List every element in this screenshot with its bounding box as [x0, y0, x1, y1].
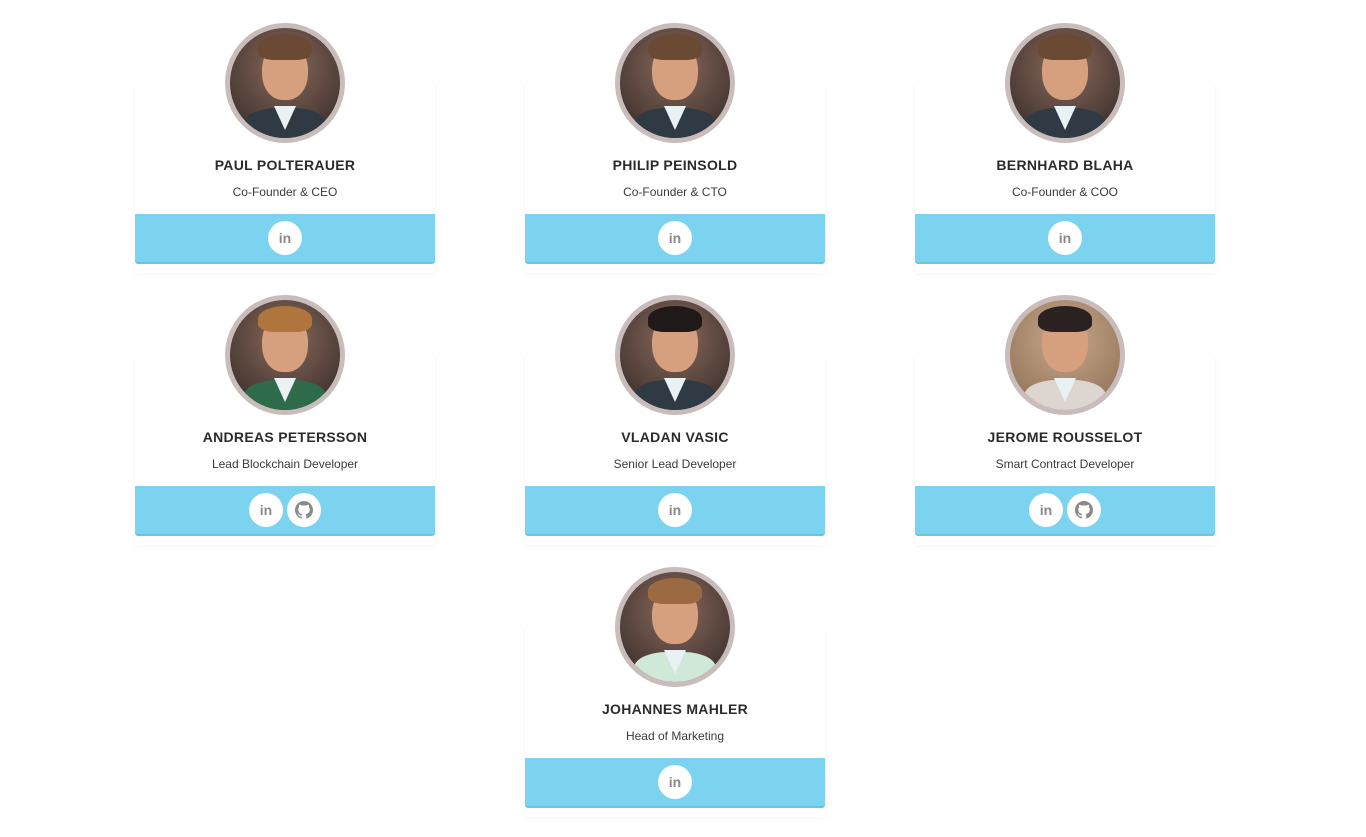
member-role: Lead Blockchain Developer — [211, 457, 359, 471]
github-icon — [295, 501, 313, 519]
team-card: JEROME ROUSSELOT Smart Contract Develope… — [915, 295, 1215, 545]
team-card: ANDREAS PETERSSON Lead Blockchain Develo… — [135, 295, 435, 545]
team-card: PAUL POLTERAUER Co-Founder & CEO in — [135, 23, 435, 273]
linkedin-icon: in — [1039, 502, 1053, 518]
avatar — [615, 567, 735, 687]
linkedin-button[interactable]: in — [658, 221, 692, 255]
social-bar: in — [525, 486, 825, 536]
avatar — [225, 295, 345, 415]
linkedin-button[interactable]: in — [249, 493, 283, 527]
team-card: JOHANNES MAHLER Head of Marketing in — [525, 567, 825, 817]
member-name: JOHANNES MAHLER — [601, 701, 749, 717]
member-role: Senior Lead Developer — [613, 457, 737, 471]
member-name: BERNHARD BLAHA — [996, 157, 1134, 173]
linkedin-button[interactable]: in — [1029, 493, 1063, 527]
linkedin-icon: in — [259, 502, 273, 518]
linkedin-icon: in — [668, 502, 682, 518]
member-name: PHILIP PEINSOLD — [612, 157, 738, 173]
linkedin-icon: in — [668, 774, 682, 790]
member-role: Head of Marketing — [625, 729, 725, 743]
linkedin-icon: in — [278, 230, 292, 246]
social-bar: in — [525, 214, 825, 264]
social-bar: in — [135, 214, 435, 264]
member-name: JEROME ROUSSELOT — [987, 429, 1143, 445]
member-role: Smart Contract Developer — [995, 457, 1135, 471]
linkedin-button[interactable]: in — [1048, 221, 1082, 255]
linkedin-icon: in — [668, 230, 682, 246]
social-bar: in — [915, 214, 1215, 264]
team-card: VLADAN VASIC Senior Lead Developer in — [525, 295, 825, 545]
avatar — [225, 23, 345, 143]
github-button[interactable] — [1067, 493, 1101, 527]
linkedin-button[interactable]: in — [268, 221, 302, 255]
member-role: Co-Founder & CTO — [623, 185, 727, 199]
avatar — [615, 23, 735, 143]
social-bar: in — [915, 486, 1215, 536]
github-icon — [1075, 501, 1093, 519]
linkedin-icon: in — [1058, 230, 1072, 246]
avatar — [1005, 23, 1125, 143]
member-name: VLADAN VASIC — [621, 429, 729, 445]
team-card: BERNHARD BLAHA Co-Founder & COO in — [915, 23, 1215, 273]
member-role: Co-Founder & CEO — [232, 185, 338, 199]
social-bar: in — [525, 758, 825, 808]
avatar — [1005, 295, 1125, 415]
team-grid: PAUL POLTERAUER Co-Founder & CEO in PHIL… — [0, 0, 1366, 837]
linkedin-button[interactable]: in — [658, 765, 692, 799]
github-button[interactable] — [287, 493, 321, 527]
avatar — [615, 295, 735, 415]
linkedin-button[interactable]: in — [658, 493, 692, 527]
member-name: ANDREAS PETERSSON — [202, 429, 368, 445]
team-card: PHILIP PEINSOLD Co-Founder & CTO in — [525, 23, 825, 273]
member-name: PAUL POLTERAUER — [214, 157, 356, 173]
member-role: Co-Founder & COO — [1011, 185, 1119, 199]
social-bar: in — [135, 486, 435, 536]
